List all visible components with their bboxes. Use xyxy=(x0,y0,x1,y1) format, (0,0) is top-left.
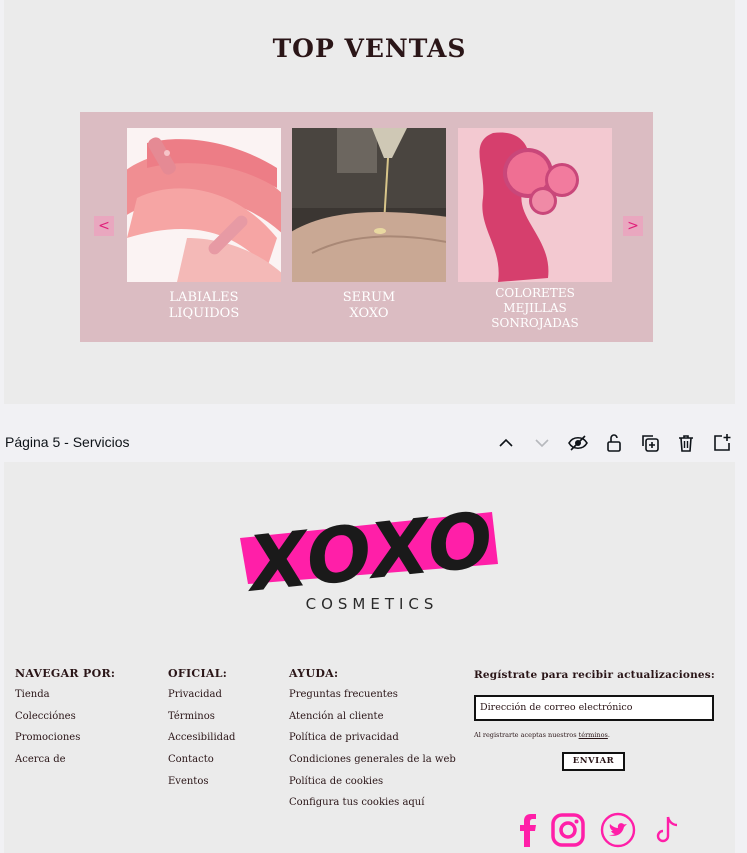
eye-hidden-icon[interactable] xyxy=(566,431,590,455)
footer-link-accesibilidad[interactable]: Accesibilidad xyxy=(168,731,235,753)
product-carousel: < > LABIALES LIQUIDOS SERUM XOXO COLORET… xyxy=(80,112,653,342)
product-name-line: SERUM xyxy=(342,290,396,305)
product-card[interactable]: COLORETES MEJILLAS SONROJADAS xyxy=(458,128,612,331)
product-name-line: SONROJADAS xyxy=(491,316,579,330)
footer-link-colecciones[interactable]: Colecciónes xyxy=(15,710,115,732)
tiktok-icon[interactable] xyxy=(650,812,686,848)
product-name: LABIALES LIQUIDOS xyxy=(127,290,281,322)
terms-note-prefix: Al registrarte aceptas nuestros xyxy=(474,731,579,739)
brand-logo[interactable]: XOXO COSMETICS xyxy=(240,494,502,614)
page-top-ventas: TOP VENTAS < > LABIALES LIQUIDOS SERUM X… xyxy=(4,0,735,404)
footer-link-promociones[interactable]: Promociones xyxy=(15,731,115,753)
product-card[interactable]: LABIALES LIQUIDOS xyxy=(127,128,281,322)
footer-link-eventos[interactable]: Eventos xyxy=(168,775,235,797)
product-name: SERUM XOXO xyxy=(292,290,446,322)
footer-link-faq[interactable]: Preguntas frecuentes xyxy=(289,688,456,710)
page-label: Página 5 - Servicios xyxy=(5,434,130,450)
product-name: COLORETES MEJILLAS SONROJADAS xyxy=(458,286,612,331)
logo-text: XOXO xyxy=(241,494,499,609)
footer-link-contacto[interactable]: Contacto xyxy=(168,753,235,775)
add-page-icon[interactable] xyxy=(710,431,734,455)
page-toolbar: Página 5 - Servicios xyxy=(0,430,747,456)
footer-link-acerca[interactable]: Acerca de xyxy=(15,753,115,775)
facebook-icon[interactable] xyxy=(510,812,546,848)
duplicate-icon[interactable] xyxy=(638,431,662,455)
trash-icon[interactable] xyxy=(674,431,698,455)
footer-help-column: AYUDA: Preguntas frecuentes Atención al … xyxy=(289,667,456,818)
email-field[interactable]: Dirección de correo electrónico xyxy=(474,695,714,721)
lock-open-icon[interactable] xyxy=(602,431,626,455)
footer-link-atencion[interactable]: Atención al cliente xyxy=(289,710,456,732)
product-image-serum[interactable] xyxy=(292,128,446,282)
terms-note-suffix: . xyxy=(607,731,610,739)
instagram-icon[interactable] xyxy=(550,812,586,848)
chevron-down-icon[interactable] xyxy=(530,431,554,455)
footer-link-cookies[interactable]: Política de cookies xyxy=(289,775,456,797)
terms-note: Al registrarte aceptas nuestros términos… xyxy=(474,731,724,739)
product-name-line: LABIALES xyxy=(169,290,239,305)
footer-link-condiciones[interactable]: Condiciones generales de la web xyxy=(289,753,456,775)
footer-nav-column: NAVEGAR POR: Tienda Colecciónes Promocio… xyxy=(15,667,115,775)
footer-help-heading: AYUDA: xyxy=(289,667,339,680)
footer-link-tienda[interactable]: Tienda xyxy=(15,688,115,710)
footer-link-configura-cookies[interactable]: Configura tus cookies aquí xyxy=(289,796,456,818)
footer-official-heading: OFICIAL: xyxy=(168,667,228,680)
footer-nav-heading: NAVEGAR POR: xyxy=(15,667,116,680)
section-title: TOP VENTAS xyxy=(272,34,467,63)
terms-link[interactable]: términos xyxy=(579,731,608,739)
footer-link-politica-privacidad[interactable]: Política de privacidad xyxy=(289,731,456,753)
send-button[interactable]: ENVIAR xyxy=(562,752,625,771)
chevron-up-icon[interactable] xyxy=(494,431,518,455)
footer-official-column: OFICIAL: Privacidad Términos Accesibilid… xyxy=(168,667,235,796)
page-servicios: XOXO COSMETICS NAVEGAR POR: Tienda Colec… xyxy=(4,462,735,853)
carousel-prev-button[interactable]: < xyxy=(94,216,114,236)
carousel-next-button[interactable]: > xyxy=(623,216,643,236)
product-image-blush[interactable] xyxy=(458,128,612,282)
newsletter-heading: Regístrate para recibir actualizaciones: xyxy=(474,669,715,681)
newsletter-signup: Regístrate para recibir actualizaciones:… xyxy=(474,669,724,771)
product-card[interactable]: SERUM XOXO xyxy=(292,128,446,322)
product-name-line: COLORETES xyxy=(495,286,575,300)
product-name-line: MEJILLAS xyxy=(503,301,567,315)
product-name-line: LIQUIDOS xyxy=(168,306,240,321)
footer-link-terminos[interactable]: Términos xyxy=(168,710,235,732)
product-image-lip-gloss[interactable] xyxy=(127,128,281,282)
logo-subtitle: COSMETICS xyxy=(306,595,439,613)
twitter-icon[interactable] xyxy=(600,812,636,848)
footer-link-privacidad[interactable]: Privacidad xyxy=(168,688,235,710)
product-name-line: XOXO xyxy=(349,306,389,321)
